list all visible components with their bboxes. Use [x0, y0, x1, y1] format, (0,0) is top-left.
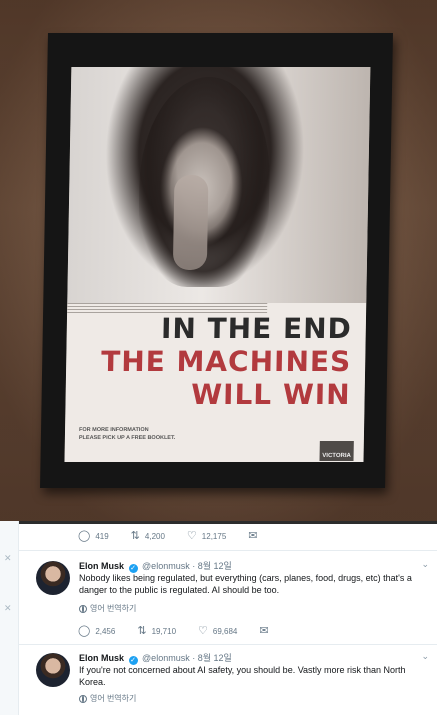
avatar[interactable]	[36, 653, 70, 687]
retweet-button[interactable]: ⇅ 19,710	[137, 626, 176, 637]
tweet-text: Nobody likes being regulated, but everyt…	[79, 573, 412, 595]
retweet-icon: ⇅	[137, 625, 147, 637]
picture-frame: IN THE END THE MACHINES WILL WIN FOR MOR…	[40, 33, 393, 488]
chevron-down-icon[interactable]: ⌄	[421, 559, 429, 570]
tweet-text: If you're not concerned about AI safety,…	[79, 665, 406, 687]
retweet-count: 19,710	[151, 627, 177, 636]
reply-count: 419	[95, 532, 109, 541]
victoria-logo: VICTORIA	[319, 441, 354, 461]
close-icon[interactable]: ✕	[4, 553, 12, 564]
poster: IN THE END THE MACHINES WILL WIN FOR MOR…	[64, 67, 371, 462]
poster-photo: IN THE END THE MACHINES WILL WIN FOR MOR…	[0, 0, 437, 521]
tweet-date[interactable]: · 8월 12일	[192, 653, 232, 663]
tweet1-actions: ◯ 2,456 ⇅ 19,710 ♡ 69,684 ✉	[78, 626, 296, 637]
tweet[interactable]: Elon Musk ✓ @elonmusk · 8월 12일 ⌄ Nobody …	[18, 551, 437, 643]
heart-icon: ♡	[186, 530, 197, 542]
retweet-count: 4,200	[144, 532, 165, 541]
envelope-icon: ✉	[259, 625, 269, 637]
left-panel: ✕ ✕	[0, 521, 19, 715]
dm-button[interactable]: ✉	[248, 531, 262, 542]
close-icon[interactable]: ✕	[4, 603, 12, 614]
tweet[interactable]: Elon Musk ✓ @elonmusk · 8월 12일 ⌄ If you'…	[18, 645, 437, 715]
reply-button[interactable]: ◯ 2,456	[78, 626, 115, 637]
globe-icon	[79, 604, 87, 613]
translate-link[interactable]: 영어 번역하기	[79, 693, 136, 704]
heart-icon: ♡	[198, 625, 208, 637]
avatar[interactable]	[36, 561, 70, 595]
like-count: 12,175	[201, 532, 227, 541]
tweet0-actions: ◯ 419 ⇅ 4,200 ♡ 12,175 ✉	[78, 531, 284, 542]
envelope-icon: ✉	[248, 530, 258, 542]
globe-icon	[79, 694, 87, 703]
poster-image-woman	[67, 67, 371, 303]
reply-count: 2,456	[95, 627, 116, 636]
chevron-down-icon[interactable]: ⌄	[421, 651, 429, 662]
top-edge	[0, 521, 437, 524]
author-handle[interactable]: @elonmusk	[142, 653, 190, 663]
poster-fine-print-1: FOR MORE INFORMATION	[78, 427, 149, 433]
reply-icon: ◯	[78, 625, 91, 637]
poster-text-area: IN THE END THE MACHINES WILL WIN FOR MOR…	[64, 303, 367, 462]
reply-icon: ◯	[78, 530, 91, 542]
tweet-header: Elon Musk ✓ @elonmusk · 8월 12일	[79, 651, 232, 665]
like-button[interactable]: ♡ 12,175	[187, 531, 226, 542]
retweet-icon: ⇅	[130, 530, 140, 542]
translate-label: 영어 번역하기	[90, 694, 137, 703]
author-name[interactable]: Elon Musk	[79, 561, 124, 571]
twitter-feed: ✕ ✕ ◯ 419 ⇅ 4,200 ♡ 12,175 ✉ Elon Musk ✓…	[0, 521, 437, 715]
dm-button[interactable]: ✉	[259, 626, 273, 637]
reply-button[interactable]: ◯ 419	[78, 531, 109, 542]
poster-fine-print-2: PLEASE PICK UP A FREE BOOKLET.	[78, 435, 176, 441]
like-button[interactable]: ♡ 69,684	[198, 626, 237, 637]
author-name[interactable]: Elon Musk	[79, 653, 124, 663]
poster-headline-line1: IN THE END	[160, 312, 353, 345]
tweet-header: Elon Musk ✓ @elonmusk · 8월 12일	[79, 559, 232, 573]
author-handle[interactable]: @elonmusk	[142, 561, 190, 571]
like-count: 69,684	[212, 627, 238, 636]
hand-shading	[172, 175, 209, 270]
poster-headline-line2: THE MACHINES	[100, 345, 352, 378]
retweet-button[interactable]: ⇅ 4,200	[131, 531, 165, 542]
tweet-date[interactable]: · 8월 12일	[192, 561, 232, 571]
translate-link[interactable]: 영어 번역하기	[79, 603, 136, 614]
poster-headline-line3: WILL WIN	[190, 378, 351, 411]
translate-label: 영어 번역하기	[90, 604, 137, 613]
